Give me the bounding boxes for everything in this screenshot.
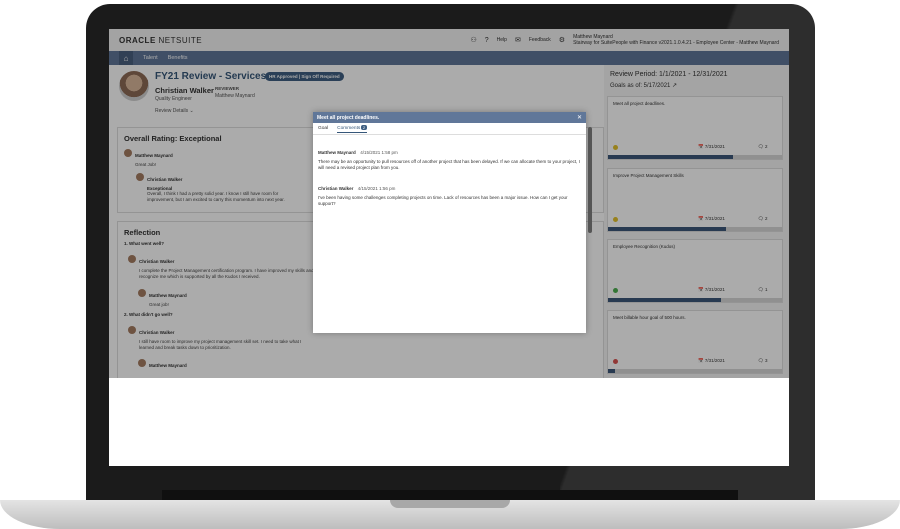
laptop-hinge (162, 490, 738, 500)
tab-comments[interactable]: Comments 2 (337, 124, 367, 133)
laptop-frame: ORACLE NETSUITE ⚇ ? Help ✉ Feedback ⚙ Ma… (0, 0, 900, 529)
comment-text: I've been having some challenges complet… (318, 195, 568, 206)
tab-comments-label: Comments (337, 125, 361, 131)
tab-goal[interactable]: Goal (318, 126, 328, 132)
comment-author: Matthew Maynard (318, 150, 356, 155)
list-item: Christian Walker 4/15/2021 1:56 pm I've … (318, 177, 581, 207)
list-item: Matthew Maynard 4/15/2021 1:58 pm There … (318, 141, 581, 171)
comment-time: 4/15/2021 1:58 pm (360, 150, 398, 155)
comment-text: There may be an opportunity to pull reso… (318, 159, 580, 170)
goal-comments-modal: Meet all project deadlines. ✕ Goal Comme… (313, 112, 592, 333)
laptop-notch (390, 500, 510, 508)
comments-count-badge: 2 (361, 124, 367, 130)
modal-tabs: Goal Comments 2 (313, 123, 586, 135)
netsuite-app: ORACLE NETSUITE ⚇ ? Help ✉ Feedback ⚙ Ma… (109, 29, 789, 378)
comment-time: 4/15/2021 1:56 pm (357, 186, 396, 191)
modal-header: Meet all project deadlines. ✕ (313, 112, 586, 123)
close-icon[interactable]: ✕ (577, 114, 582, 121)
comment-author: Christian Walker (318, 186, 354, 191)
scrollbar[interactable] (588, 127, 592, 233)
screen: ORACLE NETSUITE ⚇ ? Help ✉ Feedback ⚙ Ma… (109, 29, 789, 466)
comments-list: Matthew Maynard 4/15/2021 1:58 pm There … (313, 135, 586, 219)
modal-title: Meet all project deadlines. (317, 114, 380, 121)
